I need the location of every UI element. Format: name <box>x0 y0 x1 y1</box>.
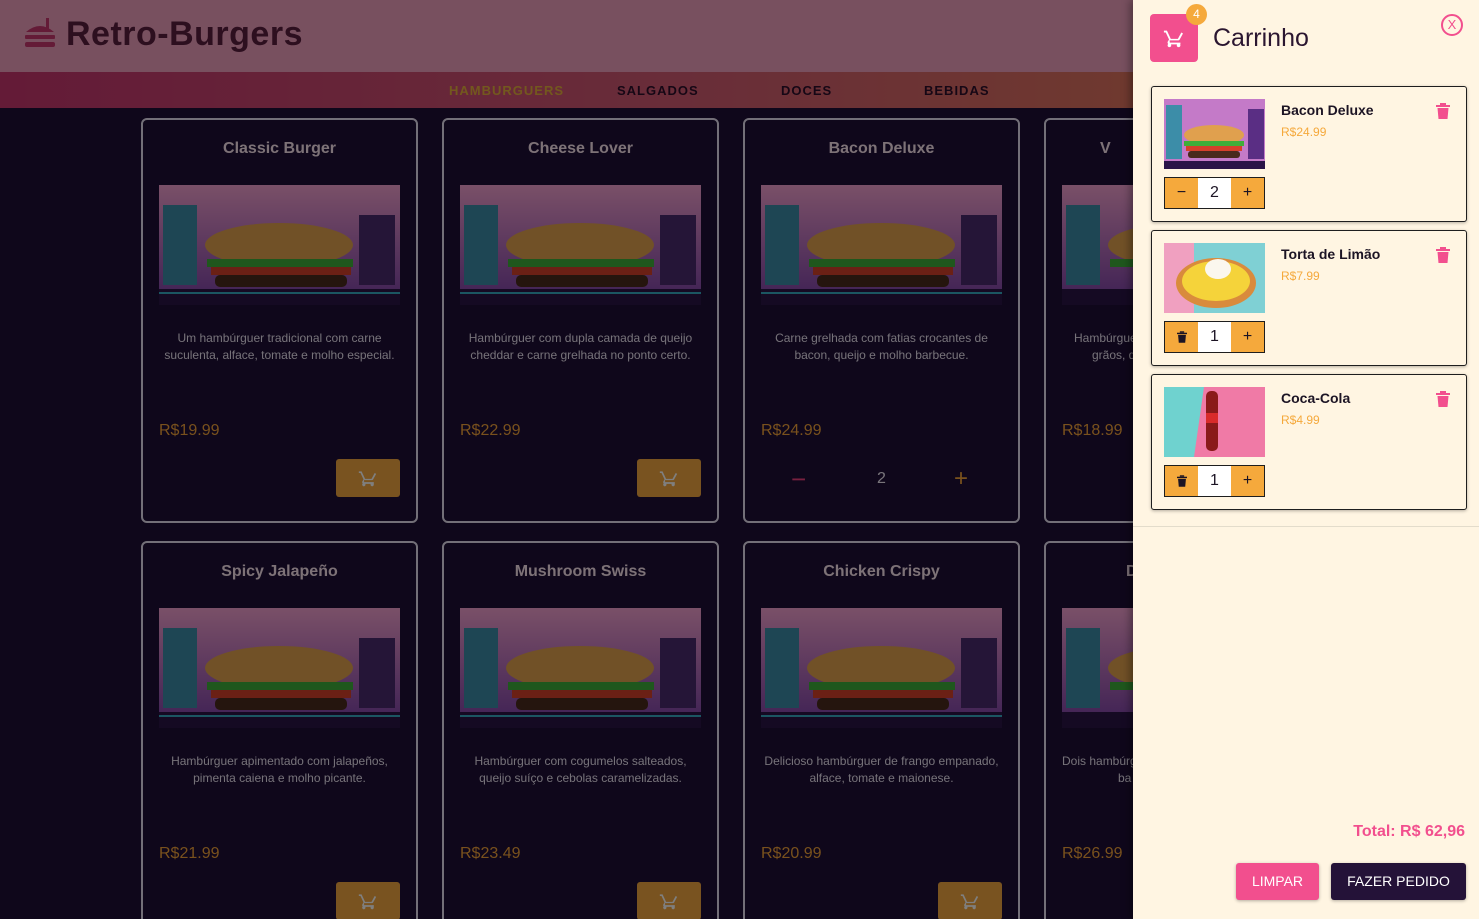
trash-icon[interactable] <box>1436 103 1450 119</box>
cart-item-image <box>1164 243 1265 313</box>
cart-item-price: R$4.99 <box>1281 413 1320 427</box>
trash-icon[interactable] <box>1436 391 1450 407</box>
cart-item-name: Coca-Cola <box>1281 390 1351 406</box>
cart-item-name: Torta de Limão <box>1281 246 1381 262</box>
cart-item-image <box>1164 99 1265 169</box>
trash-icon <box>1176 331 1187 343</box>
clear-cart-button[interactable]: LIMPAR <box>1236 863 1319 900</box>
cart-title: Carrinho <box>1213 24 1309 52</box>
trash-icon <box>1176 475 1187 487</box>
cart-item-image <box>1164 387 1265 457</box>
cart-drawer: 4 Carrinho X Bacon Deluxe R$24.99 − 2 + <box>1133 0 1479 919</box>
cart-item: Torta de Limão R$7.99 1 + <box>1151 230 1467 366</box>
plus-icon[interactable]: + <box>1231 178 1264 208</box>
quantity-stepper: 1 + <box>1164 465 1265 497</box>
cart-total: Total: R$ 62,96 <box>1353 823 1465 840</box>
trash-icon[interactable] <box>1165 466 1198 496</box>
quantity-value: 1 <box>1210 328 1219 345</box>
quantity-value: 2 <box>1210 184 1219 201</box>
coca-cola-image <box>1164 387 1265 457</box>
lemon-tart-image <box>1164 243 1265 313</box>
cart-item-price: R$24.99 <box>1281 125 1327 139</box>
cart-item-name: Bacon Deluxe <box>1281 102 1374 118</box>
place-order-button[interactable]: FAZER PEDIDO <box>1331 863 1466 900</box>
quantity-stepper: 1 + <box>1164 321 1265 353</box>
plus-icon[interactable]: + <box>1231 466 1264 496</box>
quantity-value: 1 <box>1210 472 1219 489</box>
close-icon[interactable]: X <box>1441 14 1463 36</box>
cart-item: Bacon Deluxe R$24.99 − 2 + <box>1151 86 1467 222</box>
plus-icon[interactable]: + <box>1231 322 1264 352</box>
trash-icon[interactable] <box>1165 322 1198 352</box>
cart-item-price: R$7.99 <box>1281 269 1320 283</box>
minus-icon[interactable]: − <box>1165 178 1198 208</box>
burger-image <box>1164 99 1265 169</box>
cart-item: Coca-Cola R$4.99 1 + <box>1151 374 1467 510</box>
cart-count-badge: 4 <box>1186 4 1207 25</box>
divider <box>1133 526 1479 527</box>
trash-icon[interactable] <box>1436 247 1450 263</box>
cart-icon <box>1163 30 1183 48</box>
quantity-stepper: − 2 + <box>1164 177 1265 209</box>
